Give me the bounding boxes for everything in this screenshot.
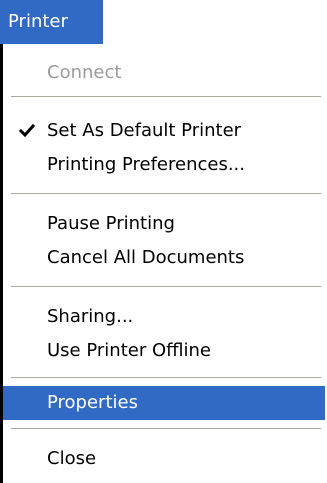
- menu-item-label: Properties: [47, 392, 138, 413]
- menu-separator: [11, 193, 321, 195]
- printer-dropdown-menu: Connect Set As Default Printer Printing …: [0, 44, 327, 483]
- checkmark-icon: [15, 114, 39, 148]
- menu-item-label: Close: [47, 448, 97, 469]
- menu-separator: [11, 377, 321, 379]
- menu-title-printer[interactable]: Printer: [0, 0, 103, 44]
- menu-separator: [11, 286, 321, 288]
- menu-item-cancel-all-documents[interactable]: Cancel All Documents: [3, 241, 327, 275]
- menu-item-label: Cancel All Documents: [47, 247, 245, 268]
- menu-item-set-as-default-printer[interactable]: Set As Default Printer: [3, 114, 327, 148]
- menu-item-pause-printing[interactable]: Pause Printing: [3, 207, 327, 241]
- menu-item-label: Use Printer Offline: [47, 340, 212, 361]
- menu-item-label: Printing Preferences...: [47, 154, 245, 175]
- menu-item-sharing[interactable]: Sharing...: [3, 300, 327, 334]
- menu-item-close[interactable]: Close: [3, 442, 327, 476]
- menu-item-printing-preferences[interactable]: Printing Preferences...: [3, 148, 327, 182]
- menu-item-use-printer-offline[interactable]: Use Printer Offline: [3, 334, 327, 368]
- menu-separator: [11, 96, 321, 98]
- menu-item-properties[interactable]: Properties: [3, 386, 325, 420]
- menu-separator: [11, 428, 321, 430]
- menu-item-label: Connect: [47, 62, 122, 83]
- menu-item-label: Sharing...: [47, 306, 134, 327]
- menu-item-connect: Connect: [3, 56, 327, 90]
- menu-item-label: Set As Default Printer: [47, 120, 242, 141]
- menu-item-label: Pause Printing: [47, 213, 175, 234]
